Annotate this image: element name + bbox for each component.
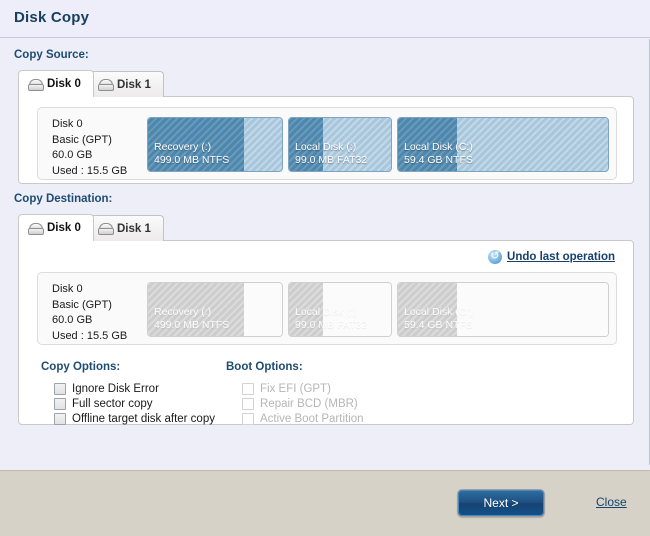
copy-source-label: Copy Source:: [14, 49, 89, 61]
destination-disk-size: 60.0 GB: [52, 313, 127, 329]
checkbox-full-sector-copy[interactable]: Full sector copy: [54, 398, 153, 410]
source-tab-disk1-label: Disk 1: [117, 79, 151, 91]
boot-options-title: Boot Options:: [226, 361, 303, 373]
disk-copy-dialog: Disk Copy Copy Source: Disk 0 Disk 1 Dis…: [0, 0, 650, 536]
source-tab-disk1[interactable]: Disk 1: [88, 71, 164, 97]
source-disk-name: Disk 0: [52, 117, 127, 133]
source-disk-used: Used : 15.5 GB: [52, 164, 127, 180]
source-tab-disk0[interactable]: Disk 0: [18, 70, 94, 97]
destination-partition-localdisk-c[interactable]: Local Disk (C:) 59.4 GB NTFS: [397, 282, 609, 337]
checkbox-label: Active Boot Partition: [260, 413, 364, 425]
checkbox-label: Offline target disk after copy: [72, 413, 215, 425]
source-disk-size: 60.0 GB: [52, 148, 127, 164]
checkbox-active-boot-partition: Active Boot Partition: [242, 413, 364, 425]
destination-tab-panel: Undo last operation Disk 0 Basic (GPT) 6…: [18, 240, 634, 425]
partition-free-area: [457, 118, 608, 171]
undo-last-operation-label[interactable]: Undo last operation: [507, 251, 615, 263]
destination-tab-disk1[interactable]: Disk 1: [88, 215, 164, 241]
undo-icon: [488, 250, 502, 264]
dialog-footer: Next > Close: [0, 470, 650, 536]
source-partition-localdisk[interactable]: Local Disk (:) 99.0 MB FAT32: [288, 117, 392, 172]
title-bar: Disk Copy: [0, 0, 650, 38]
dialog-body: Copy Source: Disk 0 Disk 1 Disk 0 Basic …: [0, 39, 650, 465]
source-tabstrip: Disk 0 Disk 1: [18, 70, 318, 97]
undo-last-operation[interactable]: Undo last operation: [488, 250, 615, 264]
checkbox-box[interactable]: [54, 413, 66, 425]
checkbox-label: Repair BCD (MBR): [260, 398, 358, 410]
partition-free-area: [244, 118, 282, 171]
destination-disk-used: Used : 15.5 GB: [52, 329, 127, 345]
disk-icon: [28, 79, 42, 90]
destination-disk-info: Disk 0 Basic (GPT) 60.0 GB Used : 15.5 G…: [52, 282, 127, 344]
disk-icon: [98, 79, 112, 90]
source-tab-panel: Disk 0 Basic (GPT) 60.0 GB Used : 15.5 G…: [18, 96, 634, 184]
source-partition-localdisk-c[interactable]: Local Disk (C:) 59.4 GB NTFS: [397, 117, 609, 172]
partition-label: Recovery (:) 499.0 MB NTFS: [154, 141, 229, 166]
destination-tab-disk1-label: Disk 1: [117, 223, 151, 235]
checkbox-ignore-disk-error[interactable]: Ignore Disk Error: [54, 383, 159, 395]
partition-label: Recovery (:) 499.0 MB NTFS: [154, 306, 229, 331]
checkbox-fix-efi-gpt: Fix EFI (GPT): [242, 383, 331, 395]
checkbox-box: [242, 413, 254, 425]
partition-label: Local Disk (C:) 59.4 GB NTFS: [404, 306, 473, 331]
destination-partition-recovery[interactable]: Recovery (:) 499.0 MB NTFS: [147, 282, 283, 337]
destination-tab-disk0-label: Disk 0: [47, 222, 81, 234]
checkbox-label: Full sector copy: [72, 398, 153, 410]
checkbox-box: [242, 383, 254, 395]
close-button[interactable]: Close: [596, 495, 627, 509]
source-partition-recovery[interactable]: Recovery (:) 499.0 MB NTFS: [147, 117, 283, 172]
checkbox-label: Fix EFI (GPT): [260, 383, 331, 395]
source-disk-type: Basic (GPT): [52, 133, 127, 149]
destination-partition-localdisk[interactable]: Local Disk (:) 99.0 MB FAT32: [288, 282, 392, 337]
source-tab-disk0-label: Disk 0: [47, 78, 81, 90]
destination-disk-type: Basic (GPT): [52, 298, 127, 314]
checkbox-label: Ignore Disk Error: [72, 383, 159, 395]
source-disk-map[interactable]: Disk 0 Basic (GPT) 60.0 GB Used : 15.5 G…: [37, 107, 617, 180]
destination-tabstrip: Disk 0 Disk 1: [18, 214, 318, 241]
partition-label: Local Disk (:) 99.0 MB FAT32: [295, 306, 367, 331]
checkbox-repair-bcd-mbr: Repair BCD (MBR): [242, 398, 358, 410]
partition-free-area: [457, 283, 608, 336]
copy-options-title: Copy Options:: [41, 361, 120, 373]
partition-free-area: [244, 283, 282, 336]
checkbox-box[interactable]: [54, 398, 66, 410]
checkbox-offline-target-disk[interactable]: Offline target disk after copy: [54, 413, 215, 425]
destination-disk-name: Disk 0: [52, 282, 127, 298]
partition-label: Local Disk (:) 99.0 MB FAT32: [295, 141, 367, 166]
page-title: Disk Copy: [14, 9, 89, 26]
destination-tab-disk0[interactable]: Disk 0: [18, 214, 94, 241]
next-button[interactable]: Next >: [457, 489, 545, 517]
checkbox-box: [242, 398, 254, 410]
disk-icon: [98, 223, 112, 234]
copy-destination-label: Copy Destination:: [14, 193, 112, 205]
disk-icon: [28, 223, 42, 234]
checkbox-box[interactable]: [54, 383, 66, 395]
source-disk-info: Disk 0 Basic (GPT) 60.0 GB Used : 15.5 G…: [52, 117, 127, 179]
partition-label: Local Disk (C:) 59.4 GB NTFS: [404, 141, 473, 166]
destination-disk-map[interactable]: Disk 0 Basic (GPT) 60.0 GB Used : 15.5 G…: [37, 272, 617, 345]
